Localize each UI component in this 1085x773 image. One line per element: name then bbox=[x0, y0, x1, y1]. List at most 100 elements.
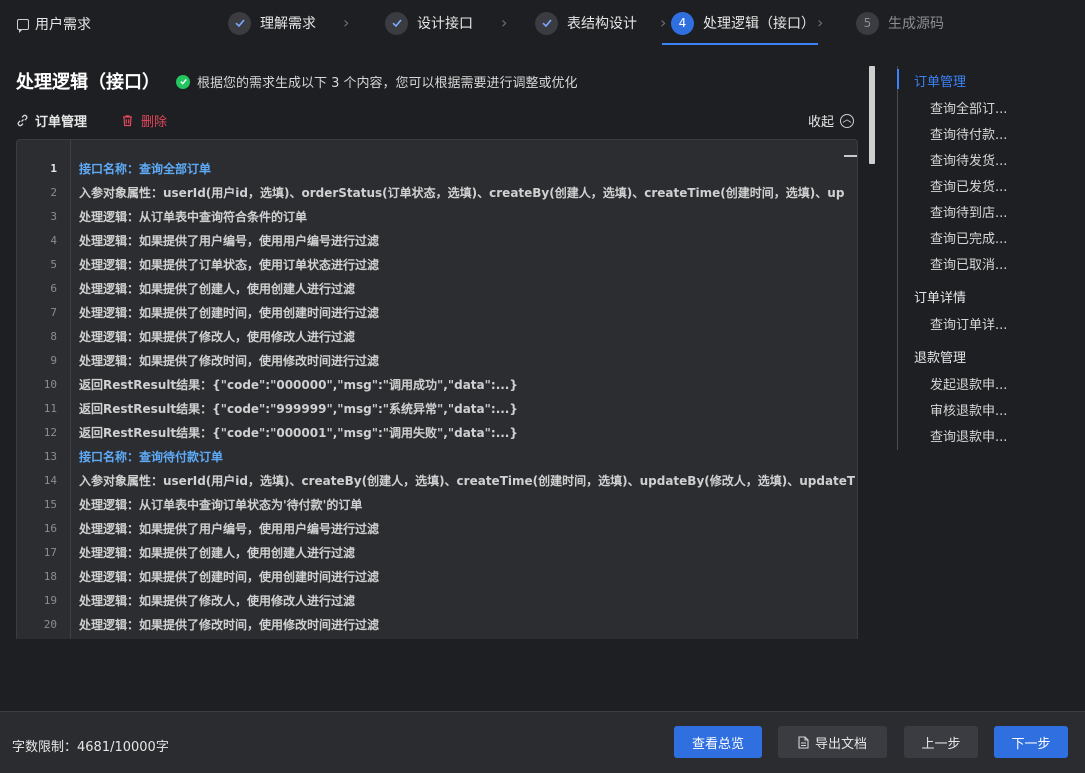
toc-group[interactable]: 订单管理 bbox=[914, 71, 966, 90]
step-label: 理解需求 bbox=[260, 16, 316, 32]
status-message-text: 根据您的需求生成以下 3 个内容，您可以根据需要进行调整或优化 bbox=[197, 76, 578, 91]
line-number: 2 bbox=[50, 186, 57, 199]
line-number: 13 bbox=[43, 450, 57, 463]
top-stepper-bar: 用户需求 理解需求 › 设计接口 › 表结构设计 › 4 处理逻辑（接口） › … bbox=[0, 0, 1085, 46]
line-number: 16 bbox=[43, 522, 57, 535]
step-number: 4 bbox=[671, 11, 694, 35]
toc-group[interactable]: 退款管理 bbox=[914, 347, 966, 366]
code-line[interactable]: 入参对象属性：userId(用户id，选填)、orderStatus(订单状态，… bbox=[79, 181, 844, 205]
section-header: 订单管理 bbox=[16, 111, 87, 130]
user-requirement-label: 用户需求 bbox=[35, 17, 91, 33]
code-line[interactable]: 入参对象属性：userId(用户id，选填)、createBy(创建人，选填)、… bbox=[79, 469, 855, 493]
code-line[interactable]: 处理逻辑：从订单表中查询符合条件的订单 bbox=[79, 205, 307, 229]
step-label: 生成源码 bbox=[888, 16, 944, 32]
code-line[interactable]: 处理逻辑：如果提供了用户编号，使用用户编号进行过滤 bbox=[79, 517, 379, 541]
toc-item[interactable]: 查询已完成... bbox=[930, 228, 1007, 247]
step-label: 表结构设计 bbox=[567, 16, 637, 32]
toc-item[interactable]: 查询全部订... bbox=[930, 98, 1007, 117]
code-line[interactable]: 处理逻辑：如果提供了修改时间，使用修改时间进行过滤 bbox=[79, 613, 379, 637]
line-number: 20 bbox=[43, 618, 57, 631]
code-line[interactable]: 处理逻辑：如果提供了创建时间，使用创建时间进行过滤 bbox=[79, 565, 379, 589]
line-number: 17 bbox=[43, 546, 57, 559]
export-document-button[interactable]: 导出文档 bbox=[778, 726, 887, 758]
toc-item[interactable]: 审核退款申... bbox=[930, 400, 1007, 419]
line-number: 19 bbox=[43, 594, 57, 607]
chat-icon bbox=[17, 18, 29, 33]
trash-icon bbox=[123, 115, 132, 127]
code-line[interactable]: 处理逻辑：如果提供了订单状态，使用订单状态进行过滤 bbox=[79, 253, 379, 277]
line-number: 4 bbox=[50, 234, 57, 247]
check-icon bbox=[385, 11, 408, 35]
step-understand-requirement[interactable]: 理解需求 bbox=[228, 11, 316, 35]
code-line[interactable]: 返回RestResult结果：{"code":"000001","msg":"调… bbox=[79, 421, 518, 445]
link-icon bbox=[17, 114, 28, 127]
word-limit: 字数限制：4681/10000字 bbox=[12, 740, 169, 755]
toc-item[interactable]: 查询已取消... bbox=[930, 254, 1007, 273]
line-number: 12 bbox=[43, 426, 57, 439]
toc-item[interactable]: 查询订单详... bbox=[930, 314, 1007, 333]
toc-item[interactable]: 发起退款申... bbox=[930, 374, 1007, 393]
step-processing-logic[interactable]: 4 处理逻辑（接口） bbox=[671, 11, 815, 35]
toc-item[interactable]: 查询待发货... bbox=[930, 150, 1007, 169]
check-icon bbox=[228, 11, 251, 35]
status-message: 根据您的需求生成以下 3 个内容，您可以根据需要进行调整或优化 bbox=[176, 72, 578, 91]
step-table-design[interactable]: 表结构设计 bbox=[535, 11, 637, 35]
code-line[interactable]: 返回RestResult结果：{"code":"999999","msg":"系… bbox=[79, 397, 518, 421]
collapse-button[interactable]: 收起 ︿ bbox=[808, 111, 855, 130]
editor-scroll-marker bbox=[844, 155, 857, 157]
code-line[interactable]: 返回RestResult结果：{"code":"000000","msg":"调… bbox=[79, 373, 518, 397]
chevron-right-icon: › bbox=[660, 13, 667, 32]
step-design-interface[interactable]: 设计接口 bbox=[385, 11, 473, 35]
toc-active-indicator bbox=[897, 69, 899, 89]
chevron-up-icon: ︿ bbox=[840, 113, 855, 128]
toc-item[interactable]: 查询待付款... bbox=[930, 124, 1007, 143]
page-title: 处理逻辑（接口） bbox=[16, 72, 160, 93]
export-document-label: 导出文档 bbox=[814, 736, 867, 752]
code-line[interactable]: 处理逻辑：如果提供了修改人，使用修改人进行过滤 bbox=[79, 589, 355, 613]
step-label: 设计接口 bbox=[417, 16, 473, 32]
line-number: 8 bbox=[50, 330, 57, 343]
view-overview-button[interactable]: 查看总览 bbox=[674, 726, 762, 758]
code-line[interactable]: 处理逻辑：从订单表中查询订单状态为'待付款'的订单 bbox=[79, 493, 362, 517]
toc-group[interactable]: 订单详情 bbox=[914, 287, 966, 306]
line-number: 14 bbox=[43, 474, 57, 487]
toc-item[interactable]: 查询退款申... bbox=[930, 426, 1007, 445]
step-generate-source[interactable]: 5 生成源码 bbox=[856, 11, 944, 35]
chevron-right-icon: › bbox=[501, 13, 508, 32]
toc-item[interactable]: 查询已发货... bbox=[930, 176, 1007, 195]
line-number: 9 bbox=[50, 354, 57, 367]
code-line[interactable]: 处理逻辑：如果提供了用户编号，使用用户编号进行过滤 bbox=[79, 229, 379, 253]
code-line[interactable]: 处理逻辑：如果提供了修改人，使用修改人进行过滤 bbox=[79, 325, 355, 349]
line-number: 10 bbox=[43, 378, 57, 391]
delete-button[interactable]: 删除 bbox=[121, 111, 167, 130]
document-icon bbox=[798, 735, 809, 749]
chevron-right-icon: › bbox=[817, 13, 824, 32]
page-scrollbar[interactable] bbox=[869, 66, 875, 164]
code-line[interactable]: 处理逻辑：如果提供了创建人，使用创建人进行过滤 bbox=[79, 541, 355, 565]
next-step-button[interactable]: 下一步 bbox=[994, 726, 1068, 758]
line-number: 11 bbox=[43, 402, 57, 415]
footer-bar: 字数限制：4681/10000字 查看总览 导出文档 上一步 下一步 bbox=[0, 711, 1085, 773]
code-line[interactable]: 处理逻辑：如果提供了修改时间，使用修改时间进行过滤 bbox=[79, 349, 379, 373]
code-line[interactable]: 处理逻辑：如果提供了创建时间，使用创建时间进行过滤 bbox=[79, 301, 379, 325]
interface-name-line[interactable]: 接口名称：查询待付款订单 bbox=[79, 445, 223, 469]
line-number: 1 bbox=[50, 162, 57, 175]
step-label: 处理逻辑（接口） bbox=[703, 16, 815, 32]
code-line[interactable]: 处理逻辑：如果提供了创建人，使用创建人进行过滤 bbox=[79, 277, 355, 301]
delete-label: 删除 bbox=[141, 115, 168, 130]
chevron-right-icon: › bbox=[343, 13, 350, 32]
line-number: 7 bbox=[50, 306, 57, 319]
check-icon bbox=[535, 11, 558, 35]
table-of-contents: 订单管理查询全部订... 查询待付款... 查询待发货... 查询已发货... 查询待到… bbox=[897, 66, 1077, 450]
toc-item[interactable]: 查询待到店... bbox=[930, 202, 1007, 221]
line-number: 5 bbox=[50, 258, 57, 271]
line-number: 15 bbox=[43, 498, 57, 511]
previous-step-button[interactable]: 上一步 bbox=[904, 726, 978, 758]
line-number: 6 bbox=[50, 282, 57, 295]
interface-name-line[interactable]: 接口名称：查询全部订单 bbox=[79, 157, 211, 181]
line-number: 3 bbox=[50, 210, 57, 223]
line-number: 18 bbox=[43, 570, 57, 583]
success-check-icon bbox=[176, 74, 190, 89]
user-requirement-tab[interactable]: 用户需求 bbox=[17, 14, 91, 34]
code-editor[interactable]: 1 接口名称：查询全部订单 2 入参对象属性：userId(用户id，选填)、orde… bbox=[16, 139, 858, 639]
